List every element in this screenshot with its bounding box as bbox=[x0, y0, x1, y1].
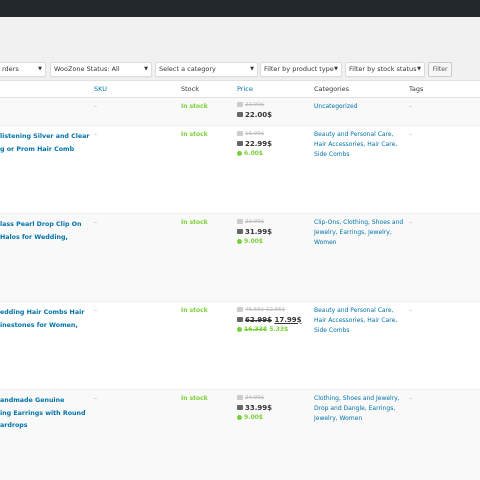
table-header: SKU Stock Price Categories Tags bbox=[0, 81, 480, 98]
woozone-status-label: WooZone Status: All bbox=[54, 65, 120, 73]
product-filter-label: rders bbox=[2, 65, 19, 73]
categories-value[interactable]: Uncategorized bbox=[314, 102, 404, 112]
column-price[interactable]: Price bbox=[237, 85, 253, 93]
savings-icon bbox=[237, 239, 242, 244]
stock-status-label: Filter by stock status bbox=[349, 65, 417, 73]
categories-value[interactable]: Clip-Ons, Clothing, Shoes and Jewelry, E… bbox=[314, 218, 404, 248]
amazon-icon bbox=[237, 131, 243, 136]
price-cell: 24.99$ 33.99$ 9.00$ bbox=[237, 394, 272, 423]
chevron-down-icon: ▼ bbox=[417, 66, 421, 72]
column-categories: Categories bbox=[314, 85, 350, 93]
sku-value: – bbox=[94, 131, 97, 138]
stock-status: In stock bbox=[181, 131, 208, 138]
amazon-icon bbox=[237, 112, 243, 117]
amazon-icon bbox=[237, 102, 243, 107]
tags-value: – bbox=[409, 219, 412, 226]
stock-status: In stock bbox=[181, 219, 208, 226]
stock-status-select[interactable]: Filter by stock status ▼ bbox=[345, 62, 425, 77]
tags-value: – bbox=[409, 307, 412, 314]
price-cell: 22.00$ 22.00$ bbox=[237, 101, 272, 120]
amazon-icon bbox=[237, 317, 243, 322]
price-current: 33.99$ bbox=[245, 403, 273, 412]
stock-status: In stock bbox=[181, 307, 208, 314]
price-save: 9.00$ bbox=[244, 238, 263, 245]
price-old: 22.99$ bbox=[245, 219, 265, 225]
categories-value[interactable]: Beauty and Personal Care, Hair Accessori… bbox=[314, 130, 404, 160]
category-label: Select a category bbox=[159, 65, 216, 73]
categories-value[interactable]: Clothing, Shoes and Jewelry, Drop and Da… bbox=[314, 394, 404, 424]
filter-button[interactable]: Filter bbox=[428, 62, 452, 77]
price-old: 16.99$ bbox=[245, 131, 265, 137]
sku-value: – bbox=[94, 219, 97, 226]
woozone-status-select[interactable]: WooZone Status: All ▼ bbox=[50, 62, 152, 77]
price-current: 31.99$ bbox=[245, 227, 273, 236]
product-name-line: listening Silver and Clear bbox=[0, 133, 90, 140]
tags-value: – bbox=[409, 131, 412, 138]
chevron-down-icon: ▼ bbox=[144, 66, 148, 72]
categories-value[interactable]: Beauty and Personal Care, Hair Accessori… bbox=[314, 306, 404, 336]
table-row: listening Silver and Clear g or Prom Hai… bbox=[0, 126, 480, 214]
admin-bar bbox=[0, 0, 480, 17]
column-stock: Stock bbox=[181, 85, 199, 93]
product-name-link[interactable]: edding Hair Combs Hair inestones for Wom… bbox=[0, 307, 84, 332]
table-row: lass Pearl Drop Clip On Halos for Weddin… bbox=[0, 214, 480, 302]
product-type-label: Filter by product type bbox=[264, 65, 334, 73]
price-current-old: 62.99$ bbox=[245, 315, 273, 324]
chevron-down-icon: ▼ bbox=[250, 66, 254, 72]
product-name-line: lass Pearl Drop Clip On bbox=[0, 221, 82, 228]
amazon-icon bbox=[237, 307, 243, 312]
savings-icon bbox=[237, 415, 242, 420]
amazon-icon bbox=[237, 219, 243, 224]
price-old: 22.00$ bbox=[245, 102, 265, 108]
price-current: 17.99$ bbox=[274, 315, 302, 324]
price-old: 46.66$ 12.65$ bbox=[245, 307, 286, 313]
product-name-link[interactable]: listening Silver and Clear g or Prom Hai… bbox=[0, 131, 90, 156]
amazon-icon bbox=[237, 141, 243, 146]
product-name-line: inestones for Women, bbox=[0, 321, 78, 329]
products-table: SKU Stock Price Categories Tags – In sto… bbox=[0, 80, 480, 480]
table-row: edding Hair Combs Hair inestones for Wom… bbox=[0, 302, 480, 390]
table-row: – In stock 22.00$ 22.00$ Uncategorized – bbox=[0, 98, 480, 126]
sku-value: – bbox=[94, 395, 97, 402]
price-current: 22.99$ bbox=[245, 139, 273, 148]
amazon-icon bbox=[237, 405, 243, 410]
sku-value: – bbox=[94, 103, 97, 110]
product-filter-select[interactable]: rders ▼ bbox=[0, 62, 46, 77]
amazon-icon bbox=[237, 229, 243, 234]
tags-value: – bbox=[409, 395, 412, 402]
price-save: 6.00$ bbox=[244, 150, 263, 157]
product-name-link[interactable]: andmade Genuine ing Earrings with Round … bbox=[0, 395, 86, 433]
price-cell: 16.99$ 22.99$ 6.00$ bbox=[237, 130, 272, 159]
price-save: 5.33$ bbox=[269, 326, 289, 333]
savings-icon bbox=[237, 327, 242, 332]
price-cell: 22.99$ 31.99$ 9.00$ bbox=[237, 218, 272, 247]
product-name-line: Halos for Wedding, bbox=[0, 233, 68, 241]
chevron-down-icon: ▼ bbox=[334, 66, 338, 72]
product-type-select[interactable]: Filter by product type ▼ bbox=[260, 62, 342, 77]
amazon-icon bbox=[237, 395, 243, 400]
column-sku[interactable]: SKU bbox=[94, 85, 107, 93]
price-cell: 46.66$ 12.65$ 62.99$ 17.99$ 16.33$ 5.33$ bbox=[237, 306, 301, 335]
table-row: andmade Genuine ing Earrings with Round … bbox=[0, 390, 480, 480]
filter-bar: rders ▼ WooZone Status: All ▼ Select a c… bbox=[0, 62, 480, 78]
sku-value: – bbox=[94, 307, 97, 314]
product-name-line: edding Hair Combs Hair bbox=[0, 309, 85, 316]
product-name-line: andmade Genuine bbox=[0, 397, 65, 404]
category-select[interactable]: Select a category ▼ bbox=[155, 62, 258, 77]
price-current: 22.00$ bbox=[245, 110, 273, 119]
price-save-old: 16.33$ bbox=[244, 326, 268, 333]
price-save: 9.00$ bbox=[244, 414, 263, 421]
product-name-line: ardrops bbox=[0, 422, 28, 429]
stock-status: In stock bbox=[181, 395, 208, 402]
savings-icon bbox=[237, 151, 242, 156]
price-old: 24.99$ bbox=[245, 395, 265, 401]
tags-value: – bbox=[409, 103, 412, 110]
product-name-link[interactable]: lass Pearl Drop Clip On Halos for Weddin… bbox=[0, 219, 82, 244]
stock-status: In stock bbox=[181, 103, 208, 110]
chevron-down-icon: ▼ bbox=[38, 66, 42, 72]
product-name-line: ing Earrings with Round bbox=[0, 409, 86, 417]
column-tags: Tags bbox=[409, 85, 424, 93]
product-name-line: g or Prom Hair Comb bbox=[0, 145, 75, 153]
